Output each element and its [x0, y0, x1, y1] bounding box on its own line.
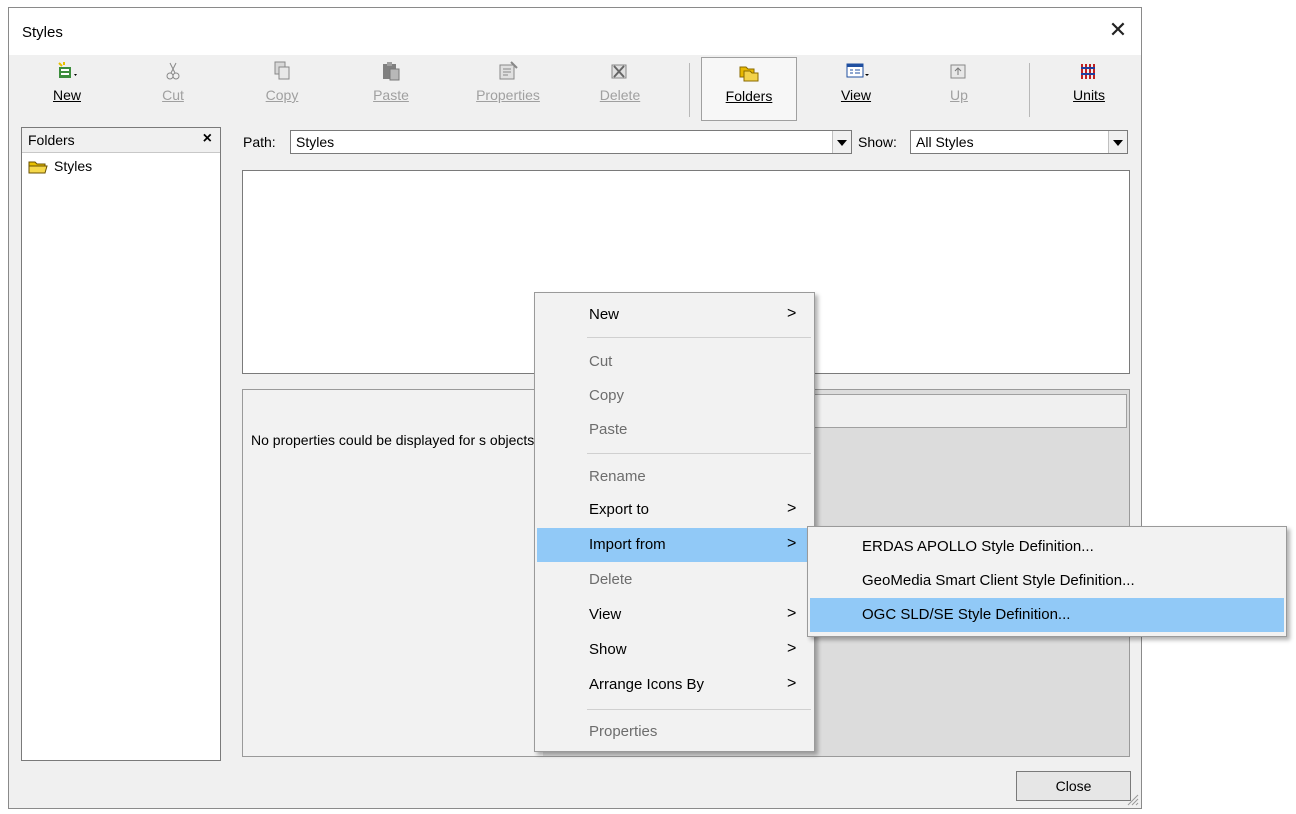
chevron-right-icon: > — [787, 605, 797, 622]
path-label: Path: — [243, 134, 276, 150]
up-folder-icon — [948, 61, 970, 81]
copy-label: Copy — [265, 87, 299, 103]
context-menu: New > Cut Copy Paste Rename Export to > … — [534, 292, 815, 752]
menu-item-label: Import from — [589, 536, 666, 553]
submenu-item-label: OGC SLD/SE Style Definition... — [862, 606, 1071, 623]
toolbar-separator — [689, 63, 690, 117]
copy-button[interactable]: Copy — [251, 57, 313, 121]
menu-separator — [587, 337, 811, 338]
new-button[interactable]: New — [37, 57, 97, 121]
resize-grip-icon[interactable] — [1125, 792, 1139, 806]
menu-item-view[interactable]: View > — [537, 598, 812, 632]
scissors-icon — [162, 61, 184, 81]
show-label: Show: — [858, 134, 897, 150]
new-style-icon — [56, 61, 78, 81]
folders-icon — [738, 62, 760, 82]
submenu-item-label: ERDAS APOLLO Style Definition... — [862, 538, 1094, 555]
folders-button[interactable]: Folders — [701, 57, 797, 121]
copy-icon — [271, 61, 293, 81]
view-label: View — [840, 87, 872, 103]
close-button[interactable]: Close — [1016, 771, 1131, 801]
chevron-down-icon[interactable] — [832, 131, 851, 153]
folders-pane: Folders × Styles — [21, 127, 221, 761]
units-ruler-icon — [1078, 61, 1100, 81]
chevron-right-icon: > — [787, 500, 797, 517]
window-title: Styles — [22, 24, 63, 41]
units-label: Units — [1073, 87, 1105, 103]
units-button[interactable]: Units — [1059, 57, 1119, 121]
menu-item-label: Delete — [589, 571, 633, 588]
folder-icon — [28, 160, 48, 174]
toolbar: New Cut Copy Paste Properties Delete Fol… — [9, 55, 1141, 125]
chevron-down-icon[interactable] — [1108, 131, 1127, 153]
menu-item-label: Properties — [589, 723, 658, 740]
properties-label: Properties — [476, 87, 540, 103]
toolbar-separator — [1029, 63, 1030, 117]
submenu-item-erdas-apollo[interactable]: ERDAS APOLLO Style Definition... — [810, 530, 1284, 564]
window-close-button[interactable]: ✕ — [1103, 15, 1133, 45]
chevron-right-icon: > — [787, 675, 797, 692]
folders-title: Folders — [28, 132, 75, 148]
paste-label: Paste — [373, 87, 409, 103]
path-combobox[interactable]: Styles — [290, 130, 852, 154]
menu-item-cut[interactable]: Cut — [537, 345, 812, 379]
up-label: Up — [950, 87, 968, 103]
menu-item-label: Paste — [589, 421, 628, 438]
view-button[interactable]: View — [821, 57, 891, 121]
menu-item-import-from[interactable]: Import from > — [537, 528, 812, 562]
menu-item-label: Cut — [589, 353, 613, 370]
submenu-item-label: GeoMedia Smart Client Style Definition..… — [862, 572, 1135, 589]
menu-item-label: View — [589, 606, 622, 623]
menu-item-paste[interactable]: Paste — [537, 413, 812, 447]
properties-header-bar — [803, 394, 1127, 428]
menu-separator — [587, 453, 811, 454]
menu-item-copy[interactable]: Copy — [537, 379, 812, 413]
show-value: All Styles — [916, 134, 974, 150]
delete-button[interactable]: Delete — [589, 57, 651, 121]
menu-item-label: Show — [589, 641, 627, 658]
up-button[interactable]: Up — [939, 57, 979, 121]
properties-icon — [497, 61, 519, 81]
chevron-right-icon: > — [787, 305, 797, 322]
menu-item-label: Copy — [589, 387, 625, 404]
menu-item-show[interactable]: Show > — [537, 633, 812, 667]
paste-icon — [380, 61, 402, 81]
menu-item-properties[interactable]: Properties — [537, 715, 812, 749]
menu-item-label: Rename — [589, 468, 646, 485]
properties-button[interactable]: Properties — [461, 57, 555, 121]
tree-item-label: Styles — [54, 158, 93, 174]
folders-label: Folders — [725, 88, 773, 104]
delete-label: Delete — [599, 87, 641, 103]
chevron-right-icon: > — [787, 535, 797, 552]
import-from-submenu: ERDAS APOLLO Style Definition... GeoMedi… — [807, 526, 1287, 637]
menu-item-delete[interactable]: Delete — [537, 563, 812, 597]
menu-item-arrange-icons-by[interactable]: Arrange Icons By > — [537, 668, 812, 702]
paste-button[interactable]: Paste — [361, 57, 421, 121]
show-combobox[interactable]: All Styles — [910, 130, 1128, 154]
new-label: New — [52, 87, 81, 103]
chevron-right-icon: > — [787, 640, 797, 657]
menu-item-rename[interactable]: Rename — [537, 460, 812, 494]
submenu-item-geomedia-smart-client[interactable]: GeoMedia Smart Client Style Definition..… — [810, 564, 1284, 598]
menu-item-label: Export to — [589, 501, 650, 518]
menu-separator — [587, 709, 811, 710]
menu-item-label: New — [589, 306, 620, 323]
cut-button[interactable]: Cut — [145, 57, 201, 121]
submenu-item-ogc-sld-se[interactable]: OGC SLD/SE Style Definition... — [810, 598, 1284, 632]
view-icon — [845, 61, 869, 81]
menu-item-export-to[interactable]: Export to > — [537, 493, 812, 527]
close-folders-pane-button[interactable]: × — [203, 130, 212, 148]
menu-item-new[interactable]: New > — [537, 298, 812, 332]
properties-message: No properties could be displayed for s o… — [251, 432, 539, 448]
title-bar: Styles ✕ — [9, 8, 1141, 55]
delete-icon — [609, 61, 631, 81]
path-value: Styles — [296, 134, 335, 150]
cut-label: Cut — [162, 87, 184, 103]
menu-item-label: Arrange Icons By — [589, 676, 705, 693]
folders-header: Folders × — [22, 128, 220, 153]
